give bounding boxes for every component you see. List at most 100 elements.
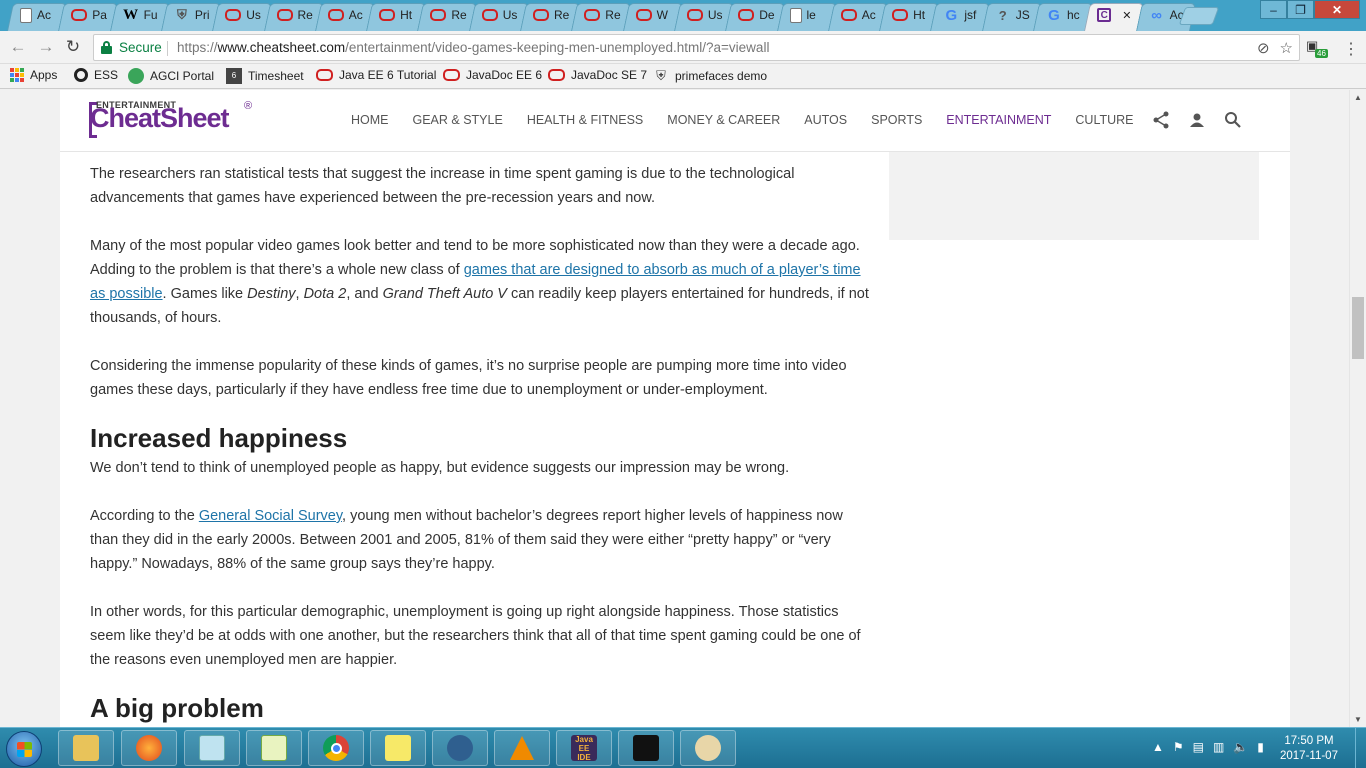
inkscape-icon[interactable] [618,730,674,766]
tab-label: Pa [92,8,107,22]
general-social-survey-link[interactable]: General Social Survey [199,508,342,524]
tab-content: Ac [327,6,363,24]
share-icon[interactable] [1152,111,1170,134]
minimize-button[interactable]: – [1260,0,1287,19]
tab-label: Re [451,8,467,22]
tab-content: Re [276,6,313,24]
tray-volume-icon[interactable]: 🔈 [1233,740,1248,754]
tab-content: le [789,6,816,24]
bookmark-agci-portal[interactable]: AGCI Portal [128,68,214,84]
lock-icon[interactable] [101,41,112,54]
nav-autos[interactable]: AUTOS [804,113,847,127]
notepad-icon[interactable] [184,730,240,766]
oracle-icon [481,9,498,21]
oracle-icon [379,9,396,21]
postgres-icon[interactable] [432,730,488,766]
maximize-button[interactable]: ❐ [1287,0,1314,19]
oracle-icon [892,9,909,21]
tray-expand-icon[interactable]: ▲ [1152,740,1164,754]
file-explorer-icon[interactable] [58,730,114,766]
nav-entertainment[interactable]: ENTERTAINMENT [946,113,1051,127]
scrollbar-thumb[interactable] [1352,297,1364,359]
oracle-icon [443,69,460,81]
primefaces-icon: ⛨ [656,68,666,83]
forward-icon[interactable]: → [36,37,56,57]
paint-icon[interactable] [680,730,736,766]
bookmark-javadoc-ee-6[interactable]: JavaDoc EE 6 [443,68,542,82]
people-icon: ∞ [1151,6,1162,24]
url-text[interactable]: https://www.cheatsheet.com/entertainment… [177,40,769,55]
bookmarks-bar: Apps ESS AGCI Portal 6 Timesheet Java EE … [0,64,1366,89]
tab-content: De [738,6,775,24]
tray-flag-icon[interactable]: ⚑ [1173,740,1184,754]
tab-label: W [656,8,668,22]
bookmark-primefaces-demo[interactable]: ⛨ primefaces demo [653,68,767,84]
scroll-up-icon[interactable]: ▲ [1354,93,1362,102]
secure-label[interactable]: Secure [119,40,162,55]
tab-content: Ac [20,6,51,24]
article-paragraph: In other words, for this particular demo… [90,604,861,668]
section-heading: Increased happiness [90,423,348,453]
tab-content: Re [584,6,621,24]
shield-icon: ⛨ [177,7,187,22]
blocked-content-icon[interactable]: ⊘ [1257,39,1270,57]
tab-label: Us [707,8,723,22]
bookmark-apps[interactable]: Apps [10,68,57,82]
start-button[interactable] [6,731,42,767]
bookmark-star-icon[interactable]: ☆ [1280,39,1293,57]
close-window-button[interactable]: ✕ [1314,0,1360,19]
nav-home[interactable]: HOME [351,113,389,127]
vlc-icon[interactable] [494,730,550,766]
page-icon [20,7,32,23]
tray-power-icon[interactable]: ▮ [1257,740,1264,754]
oracle-icon [635,9,652,21]
tab-label: Ht [913,8,926,22]
back-icon[interactable]: ← [8,37,28,57]
nav-culture[interactable]: CULTURE [1075,113,1133,127]
reload-icon[interactable]: ↻ [63,37,83,57]
browser-toolbar: ← → ↻ Secure https://www.cheatsheet.com/… [0,31,1366,64]
sticky-notes-icon[interactable] [370,730,426,766]
tab-content: ⛨ Pri [174,6,210,24]
extension-icon[interactable]: ▣ 46 [1306,38,1328,58]
new-tab-button[interactable] [1178,7,1220,25]
firefox-icon[interactable] [121,730,177,766]
article-paragraph: The researchers ran statistical tests th… [90,166,795,206]
site-header: ENTERTAINMENT CheatSheet ® HOME GEAR & S… [60,90,1290,152]
search-icon[interactable] [1224,111,1242,134]
chrome-menu-icon[interactable]: ⋮ [1343,39,1359,59]
apps-icon [10,68,24,82]
address-bar[interactable]: Secure https://www.cheatsheet.com/entert… [93,34,1300,61]
tab-content: Re [533,6,569,24]
bookmark-javadoc-se-7[interactable]: JavaDoc SE 7 [548,68,647,82]
cheatsheet-icon: C [1097,8,1112,22]
taskbar-clock[interactable]: 17:50 PM 2017-11-07 [1276,734,1342,764]
tab-content: W Fu [123,6,158,24]
page-viewport: The researchers ran statistical tests th… [0,90,1349,727]
vertical-scrollbar[interactable]: ▲ ▼ [1349,90,1366,727]
tab-label: Ac [348,8,363,22]
user-icon[interactable] [1188,111,1206,134]
site-logo[interactable]: CheatSheet [90,103,230,134]
nav-gear-style[interactable]: GEAR & STYLE [413,113,503,127]
tray-network-icon[interactable]: ▥ [1213,740,1224,754]
nav-sports[interactable]: SPORTS [871,113,922,127]
bookmark-timesheet[interactable]: 6 Timesheet [226,68,304,84]
bookmark-java-ee-6-tutorial[interactable]: Java EE 6 Tutorial [316,68,436,82]
close-tab-icon[interactable]: ✕ [1122,9,1131,22]
tab-content: ∞ Ac [1149,6,1183,24]
nav-health-fitness[interactable]: HEALTH & FITNESS [527,113,643,127]
clock-date: 2017-11-07 [1280,750,1338,762]
nav-money-career[interactable]: MONEY & CAREER [667,113,780,127]
oracle-icon [548,69,565,81]
show-desktop-button[interactable] [1355,728,1366,768]
tab-label: Pri [194,8,210,22]
java-ee-ide-icon[interactable]: Java EE IDE [556,730,612,766]
article-paragraph: According to the General Social Survey, … [90,508,843,572]
article-paragraph: Many of the most popular video games loo… [90,238,869,326]
tray-device-icon[interactable]: ▤ [1193,740,1204,754]
notepad-plus-icon[interactable] [246,730,302,766]
scroll-down-icon[interactable]: ▼ [1354,715,1362,724]
bookmark-ess[interactable]: ESS [74,68,118,82]
chrome-icon[interactable] [308,730,364,766]
